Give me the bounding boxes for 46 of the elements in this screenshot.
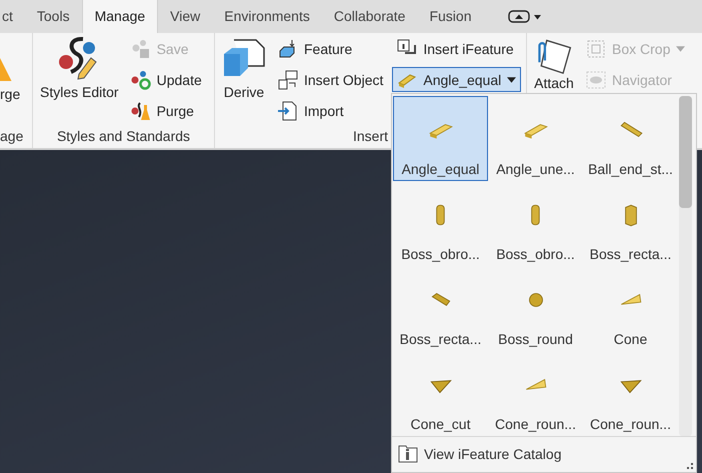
- import-icon: [278, 100, 298, 120]
- resize-grip-icon[interactable]: [686, 462, 694, 470]
- caret-icon: [676, 46, 686, 52]
- gallery-item[interactable]: Cone_roun...: [488, 351, 583, 436]
- grid-icon: [278, 70, 298, 90]
- panel-title: age: [0, 127, 24, 146]
- ribbon-tab[interactable]: View: [158, 0, 212, 33]
- ribbon-button[interactable]: Insert Object: [273, 67, 388, 92]
- ribbon-tab[interactable]: Environments: [212, 0, 322, 33]
- gallery-item[interactable]: Boss_recta...: [393, 266, 488, 351]
- gallery-item[interactable]: Boss_obro...: [488, 181, 583, 266]
- gallery-item[interactable]: Boss_obro...: [393, 181, 488, 266]
- ribbon-button[interactable]: Derive: [219, 33, 269, 126]
- eye-icon: [586, 70, 606, 90]
- warning-triangle-icon: [0, 57, 12, 82]
- ribbon-button[interactable]: Import: [273, 98, 388, 123]
- gallery-item[interactable]: Boss_round: [488, 266, 583, 351]
- ribbon-button[interactable]: Feature: [273, 36, 388, 61]
- panel-title: Styles and Standards: [56, 127, 190, 146]
- gallery-item[interactable]: Cone: [583, 266, 678, 351]
- floppy-icon: [130, 38, 151, 58]
- caret-icon: [507, 76, 516, 82]
- ribbon-button[interactable]: Insert iFeature: [392, 36, 522, 61]
- ribbon-button[interactable]: Styles Editor: [37, 33, 122, 126]
- ribbon-tab[interactable]: ct: [0, 0, 25, 33]
- gallery-item[interactable]: Cone_roun...: [583, 351, 678, 436]
- ribbon-display-icon[interactable]: [508, 10, 542, 24]
- panel-title: Insert: [352, 127, 388, 146]
- info-window-icon: [398, 445, 418, 463]
- ribbon-button[interactable]: Purge: [126, 98, 207, 123]
- ribbon-tab[interactable]: Fusion: [417, 0, 484, 33]
- ribbon-tab[interactable]: Tools: [24, 0, 82, 33]
- gallery-item[interactable]: Cone_cut: [393, 351, 488, 436]
- crop-icon: [586, 38, 606, 58]
- gallery-item[interactable]: Boss_recta...: [583, 181, 678, 266]
- ribbon-tab[interactable]: Collaborate: [322, 0, 418, 33]
- catalog-link[interactable]: View iFeature Catalog: [392, 436, 696, 471]
- gallery-item[interactable]: Angle_equal: [393, 96, 488, 181]
- scrollbar[interactable]: [679, 96, 692, 436]
- ribbon-tab[interactable]: Manage: [82, 0, 158, 33]
- ribbon-button[interactable]: Angle_equal: [392, 67, 522, 92]
- flask-icon: [130, 100, 151, 120]
- ribbon-button[interactable]: Update: [126, 67, 207, 92]
- scrollbar-thumb[interactable]: [679, 96, 692, 208]
- ribbon-button[interactable]: rge: [0, 35, 20, 126]
- gallery-item[interactable]: Ball_end_st...: [583, 96, 678, 181]
